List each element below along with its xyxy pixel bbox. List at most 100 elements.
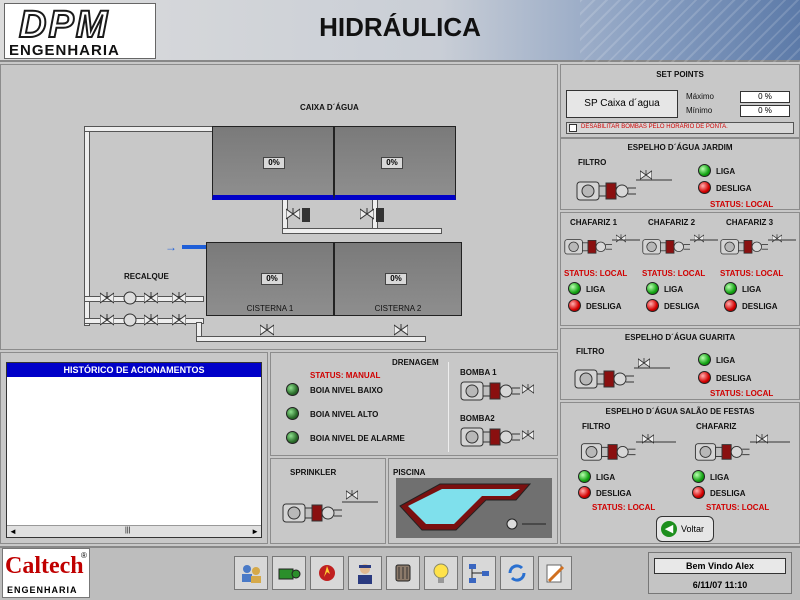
chafariz-2-pump-icon[interactable] bbox=[642, 230, 720, 260]
scroll-right-icon[interactable]: ► bbox=[251, 527, 259, 536]
security-guard-icon[interactable] bbox=[348, 556, 382, 590]
festas-filtro-liga-label: LIGA bbox=[596, 473, 616, 482]
guarita-desliga-label: DESLIGA bbox=[716, 374, 752, 383]
guarita-filter-pump-icon[interactable] bbox=[574, 356, 674, 392]
chafariz-1-desliga-label: DESLIGA bbox=[586, 302, 622, 311]
bomba2-label: BOMBA2 bbox=[460, 414, 495, 423]
festas-filtro-liga-led[interactable] bbox=[578, 470, 591, 483]
chafariz-1-pump-icon[interactable] bbox=[564, 230, 642, 260]
jardim-desliga-label: DESLIGA bbox=[716, 184, 752, 193]
festas-chafariz-desliga-led[interactable] bbox=[692, 486, 705, 499]
caixa-tank-2: 0% bbox=[334, 126, 456, 200]
logo-main-text: DPM bbox=[18, 3, 110, 47]
chafariz-3-desliga-label: DESLIGA bbox=[742, 302, 778, 311]
disable-pumps-checkbox[interactable] bbox=[569, 124, 577, 132]
cisterna-1-tank: 0% CISTERNA 1 bbox=[206, 242, 334, 316]
chafariz-3-liga-led[interactable] bbox=[724, 282, 737, 295]
chafariz-2-status: STATUS: LOCAL bbox=[642, 269, 706, 278]
festas-chafariz-pump-icon[interactable] bbox=[694, 432, 794, 466]
bomba2-pump-icon[interactable] bbox=[460, 424, 540, 450]
scroll-grip-icon[interactable]: ||| bbox=[125, 527, 130, 534]
chafariz-1-liga-led[interactable] bbox=[568, 282, 581, 295]
pool-icon bbox=[396, 478, 552, 538]
caixa-tank-1: 0% bbox=[212, 126, 334, 200]
valve-icon[interactable] bbox=[392, 318, 414, 340]
festas-filter-pump-icon[interactable] bbox=[580, 432, 680, 466]
motor-icon[interactable] bbox=[386, 556, 420, 590]
cisterna-2-level: 0% bbox=[385, 273, 407, 285]
festas-chafariz-liga-label: LIGA bbox=[710, 473, 730, 482]
caixa-tank-1-level: 0% bbox=[263, 157, 285, 169]
historico-list[interactable]: HISTÓRICO DE ACIONAMENTOS ◄ ||| ► bbox=[6, 362, 262, 538]
chafariz-3-status: STATUS: LOCAL bbox=[720, 269, 784, 278]
jardim-liga-label: LIGA bbox=[716, 167, 736, 176]
caltech-registered: ® bbox=[81, 551, 87, 560]
disable-pumps-row[interactable]: DESABILITAR BOMBAS PELO HORÁRIO DE PONTA… bbox=[566, 122, 794, 134]
cisterna-1-level: 0% bbox=[261, 273, 283, 285]
dpm-logo: DPM ENGENHARIA bbox=[4, 3, 156, 59]
chafariz-1-status: STATUS: LOCAL bbox=[564, 269, 628, 278]
header-circuit-decoration bbox=[580, 0, 800, 62]
logo-sub-text: ENGENHARIA bbox=[9, 42, 120, 59]
caltech-logo: Caltech ® ENGENHARIA bbox=[2, 548, 90, 598]
sp-caixa-button[interactable]: SP Caixa d´agua bbox=[566, 90, 678, 118]
valve-icon[interactable] bbox=[360, 204, 388, 226]
bomba1-pump-icon[interactable] bbox=[460, 378, 540, 404]
jardim-desliga-led[interactable] bbox=[698, 181, 711, 194]
guarita-liga-led[interactable] bbox=[698, 353, 711, 366]
festas-chafariz-liga-led[interactable] bbox=[692, 470, 705, 483]
drenagem-status: STATUS: MANUAL bbox=[310, 371, 381, 380]
welcome-user: Bem Vindo Alex bbox=[654, 558, 786, 574]
max-label: Máximo bbox=[686, 92, 715, 101]
boia-alarme-label: BOIA NIVEL DE ALARME bbox=[310, 434, 405, 443]
chafariz-2-title: CHAFARIZ 2 bbox=[648, 218, 696, 227]
toolbar bbox=[234, 556, 572, 590]
chafariz-3-desliga-led[interactable] bbox=[724, 299, 737, 312]
chafariz-1-title: CHAFARIZ 1 bbox=[570, 218, 618, 227]
lightbulb-icon[interactable] bbox=[424, 556, 458, 590]
network-icon[interactable] bbox=[462, 556, 496, 590]
chafariz-2-group: CHAFARIZ 2 STATUS: LOCAL LIGA DESLIGA bbox=[642, 212, 720, 326]
fire-alarm-icon[interactable] bbox=[310, 556, 344, 590]
pipe bbox=[282, 228, 442, 234]
recalque-pumps-icon[interactable] bbox=[100, 288, 200, 332]
voltar-button[interactable]: ◀ Voltar bbox=[656, 516, 714, 542]
sprinkler-pump-icon[interactable] bbox=[282, 488, 382, 528]
jardim-filter-pump-icon[interactable] bbox=[576, 168, 676, 204]
recalque-label: RECALQUE bbox=[124, 272, 169, 281]
boia-alto-label: BOIA NIVEL ALTO bbox=[310, 410, 379, 419]
chafariz-2-desliga-label: DESLIGA bbox=[664, 302, 700, 311]
chafariz-3-title: CHAFARIZ 3 bbox=[726, 218, 774, 227]
pump-icon[interactable] bbox=[272, 556, 306, 590]
max-value-field[interactable]: 0 % bbox=[740, 91, 790, 103]
caixa-tank-2-level: 0% bbox=[381, 157, 403, 169]
historico-scrollbar[interactable]: ◄ ||| ► bbox=[7, 525, 261, 537]
pipe bbox=[84, 126, 214, 132]
scroll-left-icon[interactable]: ◄ bbox=[9, 527, 17, 536]
users-icon[interactable] bbox=[234, 556, 268, 590]
chafariz-3-liga-label: LIGA bbox=[742, 285, 762, 294]
chafariz-3-pump-icon[interactable] bbox=[720, 230, 798, 260]
guarita-desliga-led[interactable] bbox=[698, 371, 711, 384]
festas-filtro-desliga-led[interactable] bbox=[578, 486, 591, 499]
guarita-title: ESPELHO D´ÁGUA GUARITA bbox=[624, 333, 736, 342]
min-label: Mínimo bbox=[686, 106, 713, 115]
flow-arrow-icon: → bbox=[165, 240, 177, 254]
festas-filtro-label: FILTRO bbox=[582, 422, 611, 431]
valve-icon[interactable] bbox=[258, 318, 280, 340]
chafariz-1-desliga-led[interactable] bbox=[568, 299, 581, 312]
festas-title: ESPELHO D´ÁGUA SALÃO DE FESTAS bbox=[605, 407, 755, 416]
chafariz-2-desliga-led[interactable] bbox=[646, 299, 659, 312]
notes-icon[interactable] bbox=[538, 556, 572, 590]
drenagem-title: DRENAGEM bbox=[392, 358, 439, 367]
festas-chafariz-status: STATUS: LOCAL bbox=[706, 503, 770, 512]
min-value-field[interactable]: 0 % bbox=[740, 105, 790, 117]
jardim-filtro-label: FILTRO bbox=[578, 158, 607, 167]
valve-icon[interactable] bbox=[286, 204, 314, 226]
refresh-icon[interactable] bbox=[500, 556, 534, 590]
boia-baixo-led bbox=[286, 383, 299, 396]
boia-alto-led bbox=[286, 407, 299, 420]
divider bbox=[448, 362, 449, 452]
jardim-liga-led[interactable] bbox=[698, 164, 711, 177]
chafariz-2-liga-led[interactable] bbox=[646, 282, 659, 295]
